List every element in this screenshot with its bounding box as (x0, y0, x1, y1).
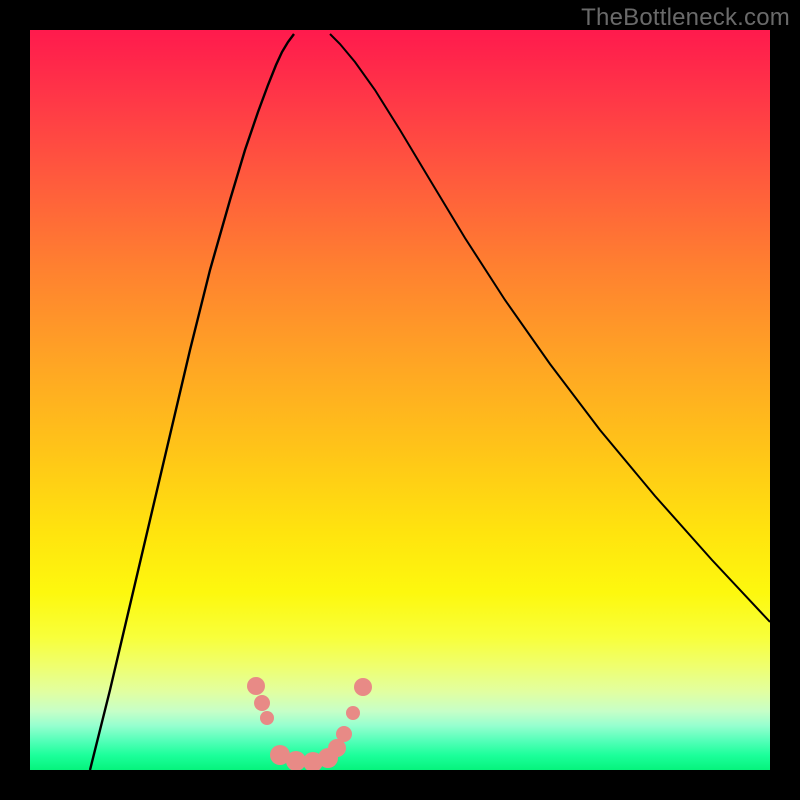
left-curve (90, 34, 294, 770)
marker-dot (336, 726, 352, 742)
chart-frame: TheBottleneck.com (0, 0, 800, 800)
marker-dot (247, 677, 265, 695)
bottom-marker-group (247, 677, 372, 770)
plot-area (30, 30, 770, 770)
watermark-text: TheBottleneck.com (581, 4, 790, 32)
marker-dot (354, 678, 372, 696)
marker-dot (346, 706, 360, 720)
curve-layer (30, 30, 770, 770)
marker-dot (254, 695, 270, 711)
marker-dot (260, 711, 274, 725)
right-curve (330, 34, 770, 622)
